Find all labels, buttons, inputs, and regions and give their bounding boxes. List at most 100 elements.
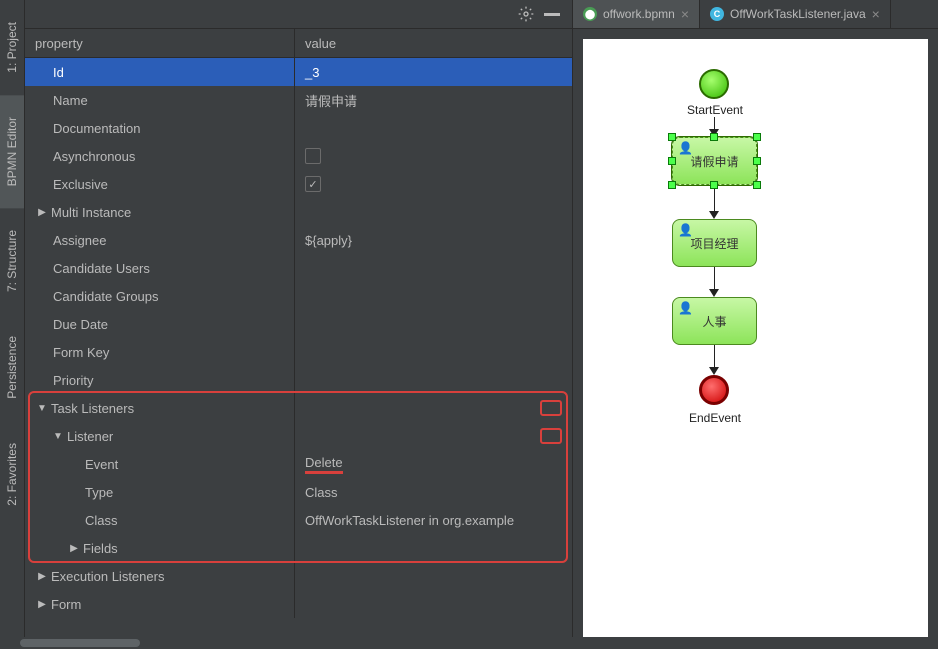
left-tool-strip: 1: Project BPMN Editor 7: Structure Pers… (0, 0, 25, 649)
prop-label: Id (53, 65, 64, 80)
horizontal-scrollbar[interactable] (0, 637, 930, 649)
property-row-event[interactable]: Event Delete (25, 450, 572, 478)
property-row-name[interactable]: Name 请假申请 (25, 86, 572, 114)
resize-handle[interactable] (668, 133, 676, 141)
toolstrip-bpmn-editor[interactable]: BPMN Editor (0, 95, 24, 208)
toolstrip-favorites[interactable]: 2: Favorites (0, 421, 24, 528)
prop-label: Form (51, 597, 81, 612)
properties-header (25, 0, 572, 29)
task-label: 人事 (702, 313, 726, 330)
property-row-execution-listeners[interactable]: ▶ Execution Listeners (25, 562, 572, 590)
canvas-wrap: StartEvent 👤 请假申请 (573, 29, 938, 649)
prop-value: Class (305, 485, 338, 500)
property-row-candidate-users[interactable]: Candidate Users (25, 254, 572, 282)
expand-icon[interactable]: ▶ (37, 571, 47, 582)
prop-value: Delete (305, 455, 343, 474)
property-row-due-date[interactable]: Due Date (25, 310, 572, 338)
tab-offworktasklistener-java[interactable]: C OffWorkTaskListener.java × (700, 0, 891, 28)
property-row-exclusive[interactable]: Exclusive ✓ (25, 170, 572, 198)
prop-label: Multi Instance (51, 205, 131, 220)
bpmn-start-event[interactable] (699, 69, 729, 99)
property-row-priority[interactable]: Priority (25, 366, 572, 394)
add-badge-icon[interactable] (540, 400, 562, 416)
prop-value: 请假申请 (305, 91, 357, 110)
prop-label: Execution Listeners (51, 569, 164, 584)
prop-label: Listener (67, 429, 113, 444)
bpmn-task-leave-request[interactable]: 👤 请假申请 (672, 137, 757, 185)
close-icon[interactable]: × (681, 6, 689, 22)
arrowhead-icon (709, 367, 719, 375)
checkbox-unchecked[interactable] (305, 148, 321, 164)
minimize-icon[interactable] (544, 13, 560, 16)
prop-label: Assignee (53, 233, 106, 248)
prop-label: Asynchronous (53, 149, 135, 164)
property-row-assignee[interactable]: Assignee ${apply} (25, 226, 572, 254)
prop-label: Due Date (53, 317, 108, 332)
prop-label: Event (85, 457, 118, 472)
property-row-type[interactable]: Type Class (25, 478, 572, 506)
collapse-icon[interactable]: ▼ (53, 431, 63, 442)
expand-icon[interactable]: ▶ (37, 599, 47, 610)
property-row-fields[interactable]: ▶Fields (25, 534, 572, 562)
close-icon[interactable]: × (872, 6, 880, 22)
prop-label: Name (53, 93, 88, 108)
expand-icon[interactable]: ▶ (37, 207, 47, 218)
bpmn-task-hr[interactable]: 👤 人事 (672, 297, 757, 345)
prop-label: Type (85, 485, 113, 500)
property-row-candidate-groups[interactable]: Candidate Groups (25, 282, 572, 310)
prop-label: Documentation (53, 121, 140, 136)
java-file-icon: C (710, 7, 724, 21)
tab-offwork-bpmn[interactable]: ⬤ offwork.bpmn × (573, 0, 700, 28)
resize-handle[interactable] (710, 181, 718, 189)
resize-handle[interactable] (753, 181, 761, 189)
property-row-documentation[interactable]: Documentation (25, 114, 572, 142)
prop-value: ${apply} (305, 233, 352, 248)
expand-icon[interactable]: ▶ (69, 543, 79, 554)
properties-table-body: Id _3 Name 请假申请 Documentation Asynchrono… (25, 58, 572, 649)
toolstrip-label: 2: Favorites (5, 443, 19, 506)
resize-handle[interactable] (753, 133, 761, 141)
prop-label: Priority (53, 373, 93, 388)
resize-handle[interactable] (668, 157, 676, 165)
scrollbar-thumb[interactable] (20, 639, 140, 647)
prop-label: Candidate Groups (53, 289, 159, 304)
start-event-label: StartEvent (683, 103, 747, 117)
properties-panel: property value Id _3 Name 请假申请 Documenta… (25, 0, 572, 649)
property-row-listener[interactable]: ▼ Listener (25, 422, 572, 450)
header-value: value (295, 29, 572, 57)
property-row-asynchronous[interactable]: Asynchronous (25, 142, 572, 170)
property-row-form-key[interactable]: Form Key (25, 338, 572, 366)
prop-label: Candidate Users (53, 261, 150, 276)
arrowhead-icon (709, 211, 719, 219)
check-mark: ✓ (308, 178, 317, 191)
toolstrip-persistence[interactable]: Persistence (0, 314, 24, 421)
vertical-scrollbar[interactable] (930, 29, 938, 649)
bpmn-canvas[interactable]: StartEvent 👤 请假申请 (583, 39, 928, 639)
property-row-class[interactable]: Class OffWorkTaskListener in org.example (25, 506, 572, 534)
prop-label: Exclusive (53, 177, 108, 192)
header-property: property (25, 29, 295, 57)
toolstrip-label: 7: Structure (5, 230, 19, 292)
gear-icon[interactable] (518, 6, 534, 22)
resize-handle[interactable] (710, 133, 718, 141)
toolstrip-structure[interactable]: 7: Structure (0, 208, 24, 314)
user-icon: 👤 (678, 223, 693, 237)
bpmn-task-project-manager[interactable]: 👤 项目经理 (672, 219, 757, 267)
user-icon: 👤 (678, 141, 693, 155)
property-row-form[interactable]: ▶ Form (25, 590, 572, 618)
property-row-task-listeners[interactable]: ▼Task Listeners (25, 394, 572, 422)
toolstrip-project[interactable]: 1: Project (0, 0, 24, 95)
checkbox-checked[interactable]: ✓ (305, 176, 321, 192)
collapse-icon[interactable]: ▼ (37, 403, 47, 414)
toolstrip-label: 1: Project (5, 22, 19, 73)
toolstrip-label: Persistence (5, 336, 19, 399)
task-label: 项目经理 (690, 235, 738, 252)
resize-handle[interactable] (753, 157, 761, 165)
property-row-multi-instance[interactable]: ▶ Multi Instance (25, 198, 572, 226)
bpmn-end-event[interactable] (699, 375, 729, 405)
arrow (714, 267, 715, 291)
add-badge-icon[interactable] (540, 428, 562, 444)
property-row-id[interactable]: Id _3 (25, 58, 572, 86)
prop-value: OffWorkTaskListener in org.example (305, 513, 514, 528)
resize-handle[interactable] (668, 181, 676, 189)
